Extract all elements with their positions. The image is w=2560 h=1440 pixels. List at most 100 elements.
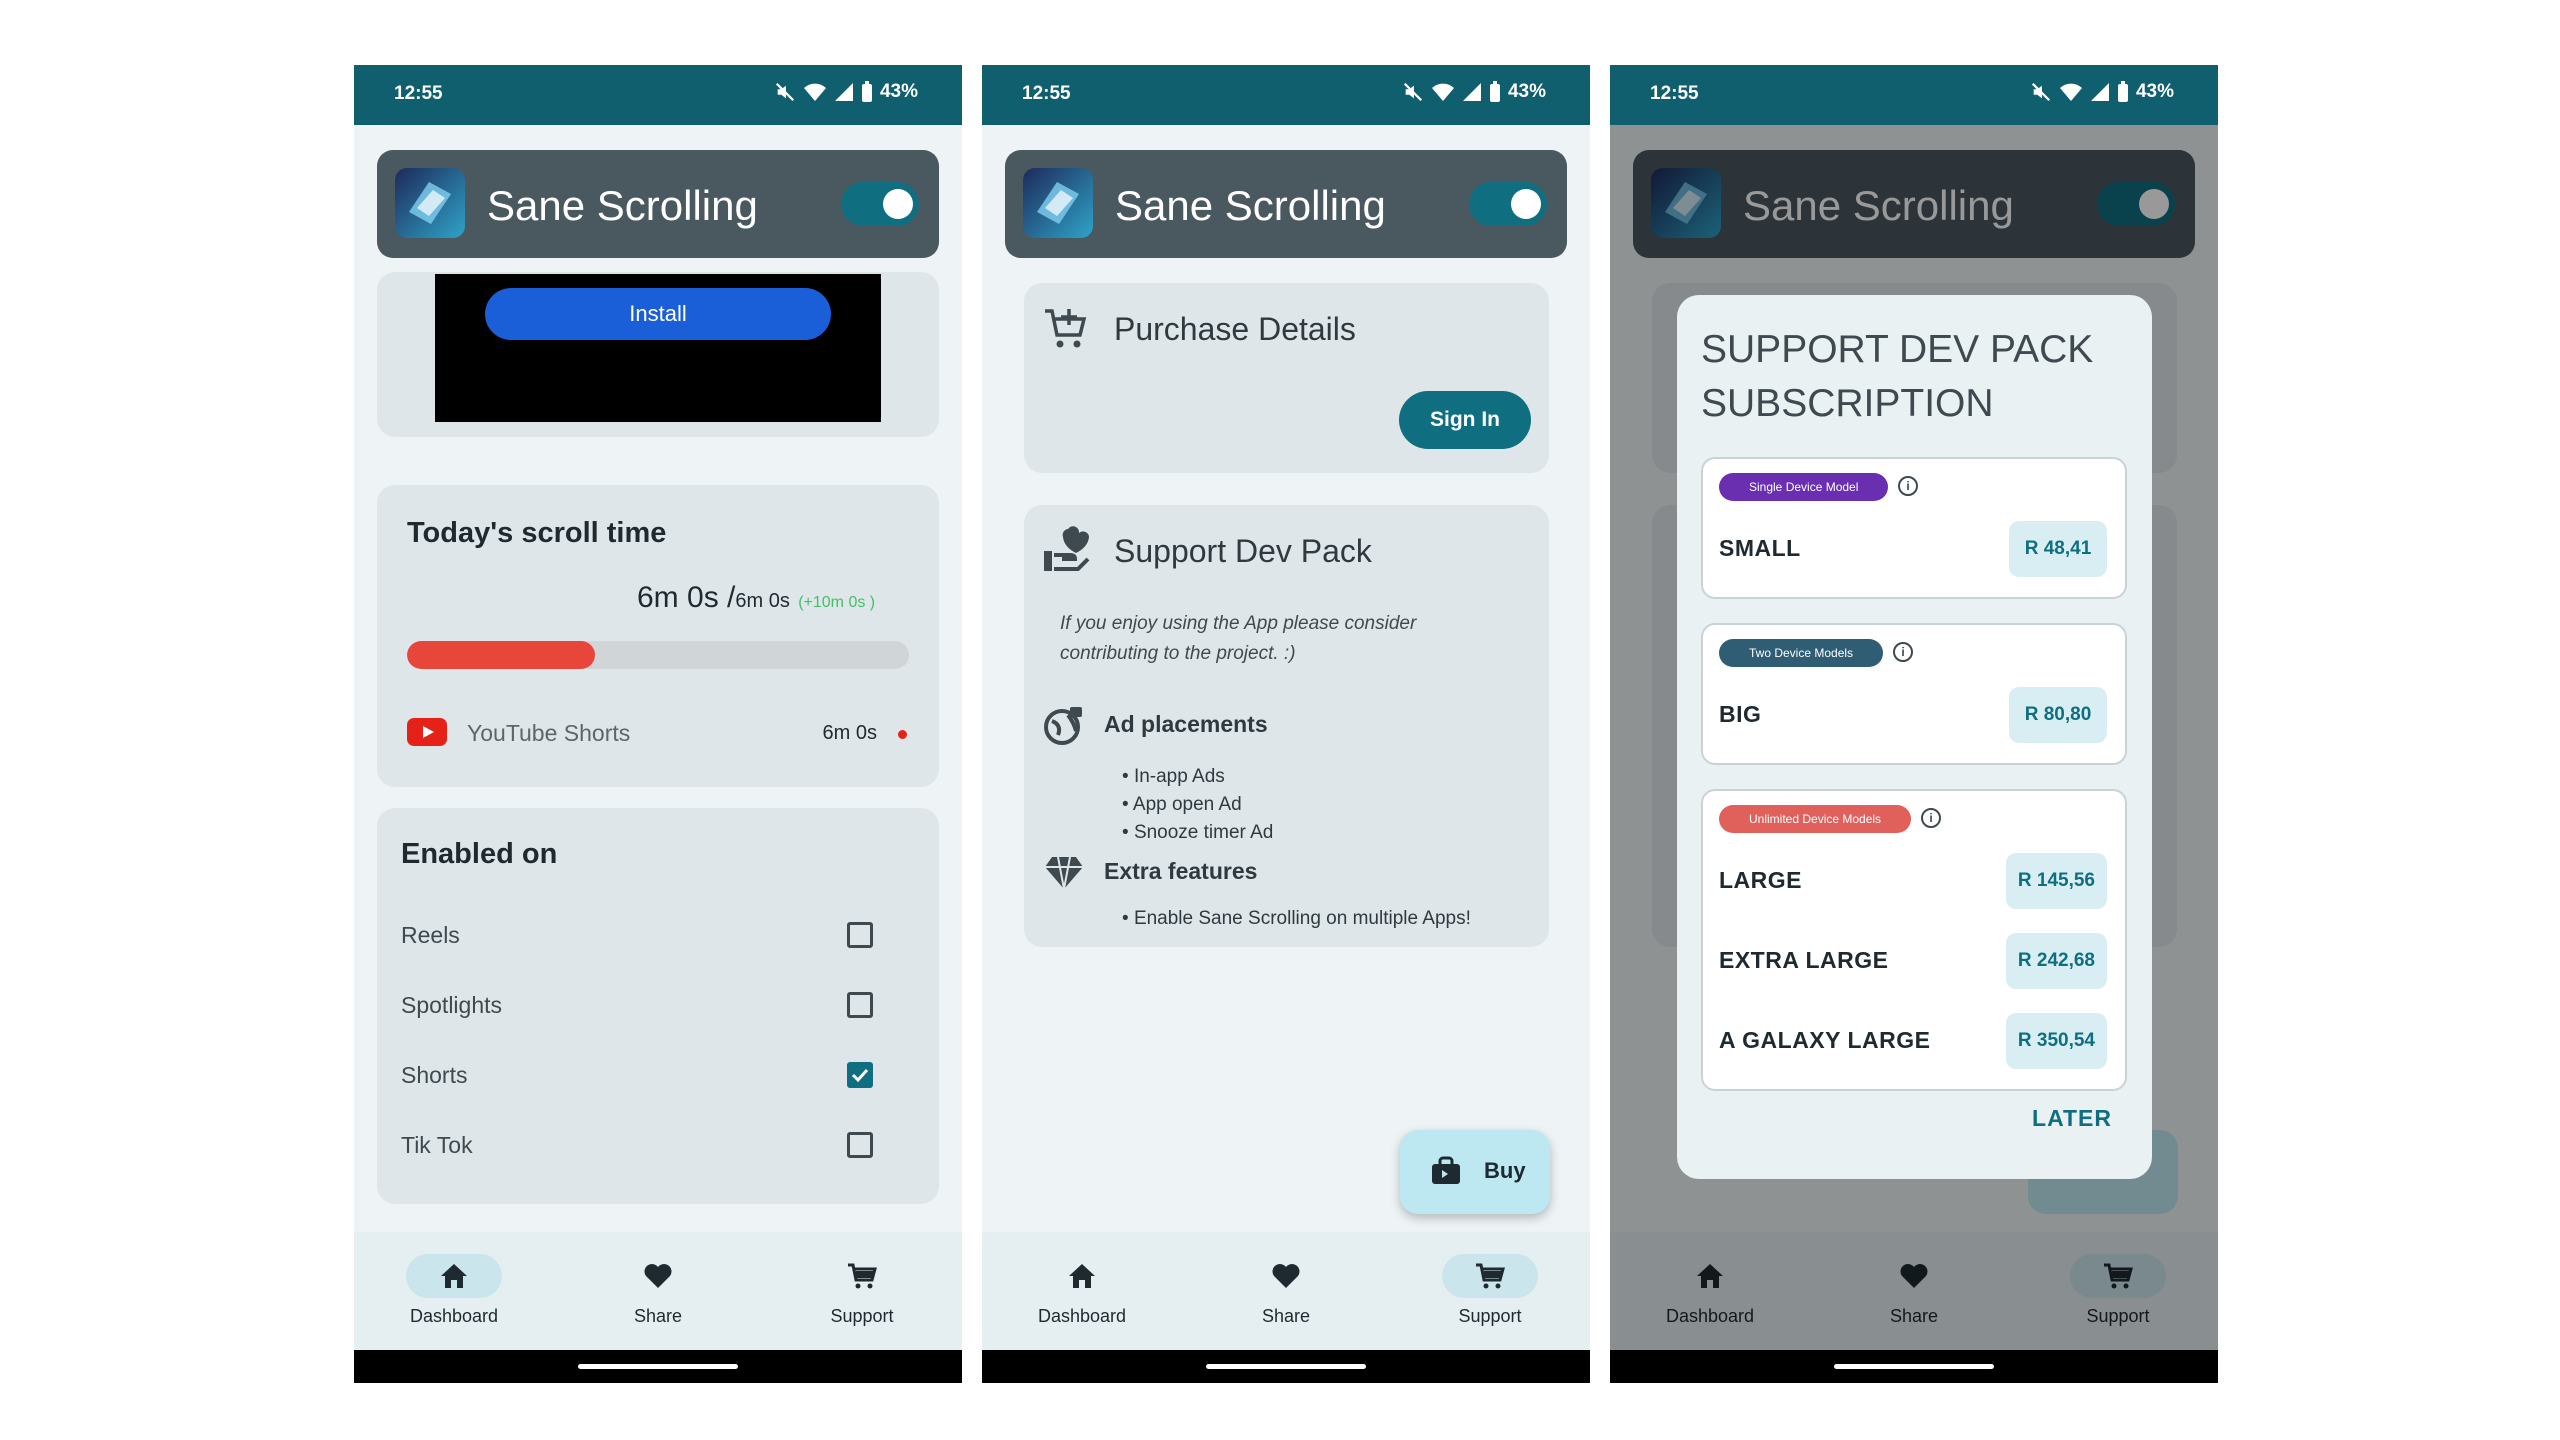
enabled-row-label: Spotlights <box>401 992 503 1018</box>
status-time: 12:55 <box>1650 83 1699 104</box>
heart-icon <box>1272 1264 1300 1288</box>
status-bar: 12:55 43% <box>1610 65 2218 125</box>
shopping-bag-icon <box>1432 1156 1460 1184</box>
status-bar: 12:55 43% <box>982 65 1590 125</box>
nav-dashboard-label: Dashboard <box>409 1306 499 1326</box>
gesture-bar <box>1610 1350 2218 1383</box>
status-time: 12:55 <box>394 83 443 104</box>
scroll-time-title: Today's scroll time <box>407 517 667 549</box>
enabled-row-label: Tik Tok <box>401 1132 473 1158</box>
ad-globe-icon <box>1044 707 1082 745</box>
plan-name: SMALL <box>1719 535 1801 561</box>
nav-share[interactable]: Share <box>578 1254 738 1327</box>
enabled-on-title: Enabled on <box>401 838 558 870</box>
nav-support-label: Support <box>1458 1306 1522 1326</box>
bottom-nav: Dashboard Share Support <box>354 1232 962 1350</box>
signal-icon <box>1462 83 1481 101</box>
battery-icon <box>861 81 872 102</box>
phone-subscription-dialog: 12:55 43% Sane Scrolling Dashboard Share… <box>1610 65 2218 1383</box>
status-bar: 12:55 43% <box>354 65 962 125</box>
enabled-checkbox[interactable] <box>847 992 873 1018</box>
plan-name: EXTRA LARGE <box>1719 947 1889 973</box>
feature-bullet: • Enable Sane Scrolling on multiple Apps… <box>1122 908 1471 929</box>
battery-percent: 43% <box>1507 81 1546 102</box>
install-button[interactable]: Install <box>485 288 831 340</box>
scroll-time-readout: 6m 0s /6m 0s (+10m 0s ) <box>637 581 876 614</box>
info-icon[interactable]: i <box>1898 476 1918 496</box>
enabled-checkbox[interactable] <box>847 922 873 948</box>
master-toggle[interactable] <box>1469 182 1547 226</box>
plan-row[interactable]: A GALAXY LARGE R 350,54 <box>1703 1007 2125 1077</box>
feature-bullet: • App open Ad <box>1122 794 1242 815</box>
cart-icon <box>848 1263 877 1289</box>
phone-support: 12:55 43% Sane Scrolling Purchase Detail… <box>982 65 1590 1383</box>
buy-fab[interactable]: Buy <box>1400 1130 1550 1214</box>
youtube-icon <box>407 718 447 746</box>
plan-group-2: Unlimited Device Models i LARGE R 145,56 EXT… <box>1701 789 2127 1091</box>
plan-price-button[interactable]: R 350,54 <box>2005 1013 2107 1069</box>
app-header: Sane Scrolling <box>377 150 939 258</box>
scroll-time-card: Today's scroll time 6m 0s /6m 0s (+10m 0… <box>377 485 939 787</box>
support-dev-pack-card: Support Dev Pack If you enjoy using the … <box>1024 505 1549 947</box>
plan-name: BIG <box>1719 701 1762 727</box>
enabled-row-1[interactable]: Spotlights <box>377 986 939 1026</box>
enabled-row-2[interactable]: Shorts <box>377 1056 939 1096</box>
plan-row[interactable]: BIG R 80,80 <box>1703 681 2125 751</box>
app-usage-time: 6m 0s <box>822 722 877 744</box>
dialog-title: SUPPORT DEV PACK SUBSCRIPTION <box>1701 328 2094 425</box>
plan-name: A GALAXY LARGE <box>1719 1027 1931 1053</box>
enabled-row-0[interactable]: Reels <box>377 916 939 956</box>
signal-icon <box>2090 83 2109 101</box>
scroll-progress-bar <box>407 641 909 669</box>
enabled-row-3[interactable]: Tik Tok <box>377 1126 939 1166</box>
enabled-row-label: Shorts <box>401 1062 468 1088</box>
plan-group-1: Two Device Models i BIG R 80,80 <box>1701 623 2127 765</box>
cart-icon <box>1476 1263 1505 1289</box>
plan-row[interactable]: SMALL R 48,41 <box>1703 515 2125 585</box>
status-dot <box>898 730 907 739</box>
nav-dashboard-label: Dashboard <box>1037 1306 1127 1326</box>
enabled-row-label: Reels <box>401 922 460 948</box>
sign-in-button[interactable]: Sign In <box>1399 391 1531 449</box>
scroll-time-limit: 6m 0s <box>735 590 790 612</box>
plan-row[interactable]: EXTRA LARGE R 242,68 <box>1703 927 2125 997</box>
purchase-details-card: Purchase Details Sign In <box>1024 283 1549 473</box>
enabled-on-card: Enabled on Reels Spotlights Shorts Tik Tok <box>377 808 939 1204</box>
enabled-checkbox[interactable] <box>847 1132 873 1158</box>
battery-icon <box>2117 81 2128 102</box>
nav-support[interactable]: Support <box>782 1254 942 1327</box>
info-icon[interactable]: i <box>1921 808 1941 828</box>
plan-price-button[interactable]: R 242,68 <box>2005 933 2107 989</box>
plan-price-button[interactable]: R 48,41 <box>2009 521 2107 577</box>
ad-banner-card: Install <box>377 272 939 437</box>
home-icon <box>441 1264 467 1288</box>
nav-share-label: Share <box>633 1306 683 1326</box>
plan-price-button[interactable]: R 80,80 <box>2009 687 2107 743</box>
battery-percent: 43% <box>2135 81 2174 102</box>
later-button[interactable]: LATER <box>2032 1105 2112 1132</box>
subscription-dialog: SUPPORT DEV PACK SUBSCRIPTION Single Dev… <box>1677 295 2152 1179</box>
nav-support[interactable]: Support <box>1410 1254 1570 1327</box>
nav-dashboard[interactable]: Dashboard <box>1002 1254 1162 1327</box>
nav-share-label: Share <box>1261 1306 1311 1326</box>
signal-icon <box>834 83 853 101</box>
plan-group-0: Single Device Model i SMALL R 48,41 <box>1701 457 2127 599</box>
info-icon[interactable]: i <box>1893 642 1913 662</box>
battery-percent: 43% <box>879 81 918 102</box>
plan-price-button[interactable]: R 145,56 <box>2005 853 2107 909</box>
master-toggle[interactable] <box>841 182 919 226</box>
nav-dashboard[interactable]: Dashboard <box>374 1254 534 1327</box>
support-dev-pack-title: Support Dev Pack <box>1114 533 1372 569</box>
status-time: 12:55 <box>1022 83 1071 104</box>
app-logo-icon <box>1023 168 1093 238</box>
home-icon <box>1069 1264 1095 1288</box>
ad-banner: Install <box>435 274 881 422</box>
plan-row[interactable]: LARGE R 145,56 <box>1703 847 2125 917</box>
support-description: If you enjoy using the App please consid… <box>1060 613 1417 664</box>
scroll-time-main: 6m 0s <box>637 581 719 614</box>
mute-icon <box>2031 82 2051 102</box>
nav-share[interactable]: Share <box>1206 1254 1366 1327</box>
heart-icon <box>644 1264 672 1288</box>
enabled-checkbox[interactable] <box>847 1062 873 1088</box>
extra-features-title: Extra features <box>1104 858 1258 884</box>
